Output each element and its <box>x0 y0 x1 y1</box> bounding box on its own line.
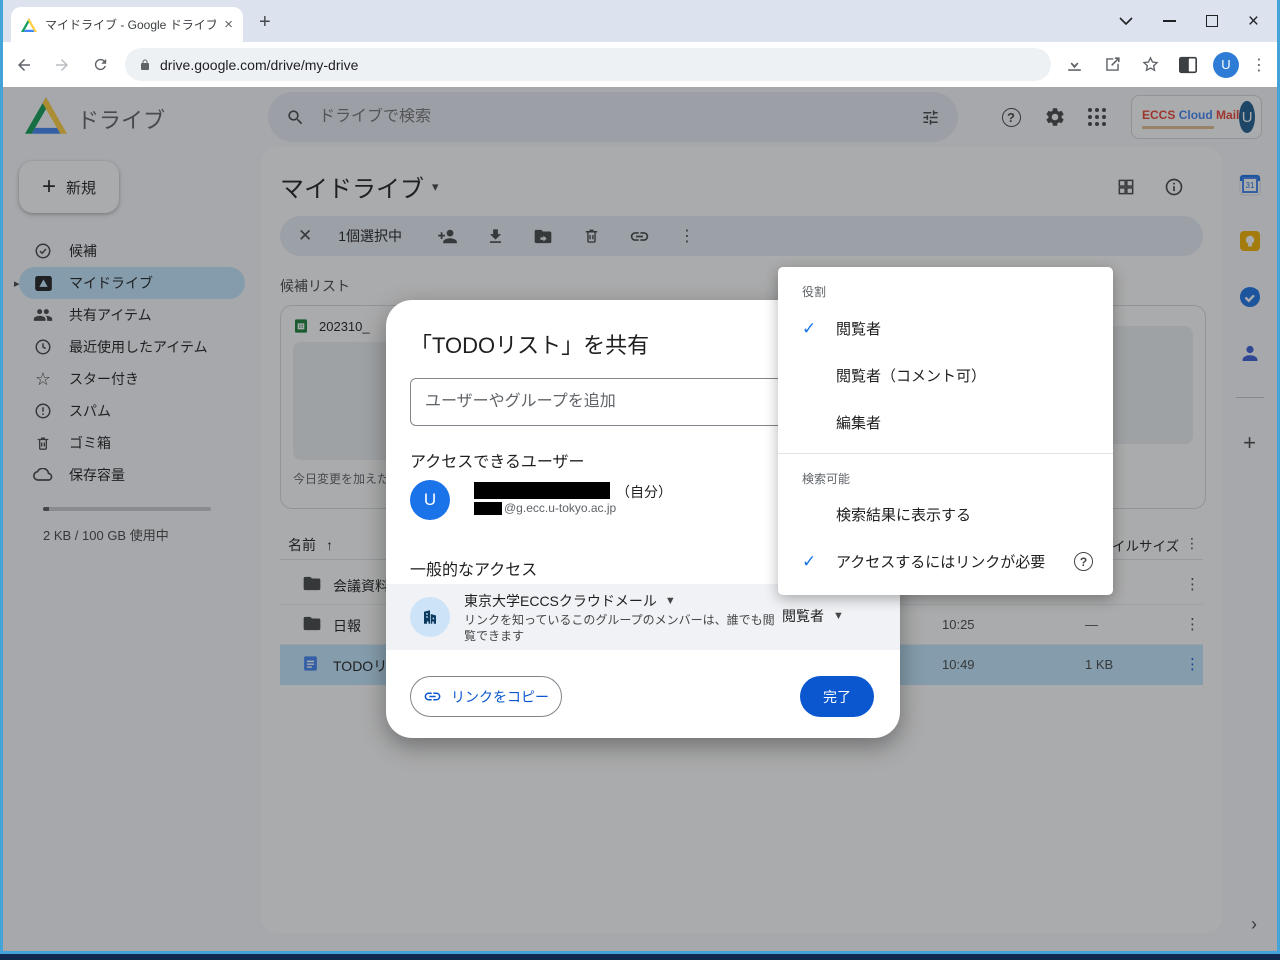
role-section-header: 役割 <box>802 283 826 300</box>
address-bar[interactable]: drive.google.com/drive/my-drive <box>125 48 1051 81</box>
browser-tab-bar: マイドライブ - Google ドライブ × + × <box>3 0 1277 42</box>
copy-link-button[interactable]: リンクをコピー <box>410 676 562 717</box>
owner-self-label: （自分） <box>616 482 672 502</box>
desktop-background: マイドライブ - Google ドライブ × + × drive.goog <box>0 0 1280 960</box>
bookmark-star-icon[interactable] <box>1137 52 1163 78</box>
share-page-icon[interactable] <box>1099 52 1125 78</box>
tab-title: マイドライブ - Google ドライブ <box>45 16 216 33</box>
url-text: drive.google.com/drive/my-drive <box>160 57 358 73</box>
tab-search-icon[interactable] <box>1119 17 1133 25</box>
browser-menu-icon[interactable]: ⋮ <box>1251 55 1267 75</box>
searchable-section-header: 検索可能 <box>802 470 850 487</box>
maximize-button[interactable] <box>1206 15 1218 27</box>
share-dialog-title: 「TODOリスト」を共有 <box>410 328 649 360</box>
menu-item-viewer[interactable]: ✓ 閲覧者 <box>778 305 1113 352</box>
tab-close-icon[interactable]: × <box>224 16 233 33</box>
browser-toolbar: drive.google.com/drive/my-drive U ⋮ <box>3 42 1277 87</box>
general-access-heading: 一般的なアクセス <box>410 556 537 580</box>
close-window-button[interactable]: × <box>1248 12 1259 31</box>
chevron-down-icon: ▼ <box>833 610 844 622</box>
back-icon[interactable] <box>7 48 41 82</box>
menu-item-editor[interactable]: 編集者 <box>778 399 1113 446</box>
menu-item-commenter[interactable]: 閲覧者（コメント可） <box>778 352 1113 399</box>
check-icon: ✓ <box>802 319 836 339</box>
browser-window: マイドライブ - Google ドライブ × + × drive.goog <box>0 0 1280 954</box>
menu-divider <box>778 453 1113 454</box>
help-icon[interactable]: ? <box>1074 552 1093 571</box>
done-button[interactable]: 完了 <box>800 676 874 717</box>
chevron-down-icon: ▼ <box>665 595 676 607</box>
menu-item-link-required[interactable]: ✓ アクセスするにはリンクが必要 ? <box>778 538 1113 585</box>
reload-icon[interactable] <box>83 48 117 82</box>
window-controls: × <box>1119 0 1269 42</box>
owner-avatar: U <box>410 480 450 520</box>
drive-favicon <box>21 18 37 32</box>
menu-item-show-in-search[interactable]: 検索結果に表示する <box>778 491 1113 538</box>
browser-avatar[interactable]: U <box>1213 52 1239 78</box>
check-icon: ✓ <box>802 552 836 572</box>
minimize-button[interactable] <box>1163 20 1176 22</box>
download-page-icon[interactable] <box>1061 52 1087 78</box>
owner-email-domain: @g.ecc.u-tokyo.ac.jp <box>504 501 616 515</box>
lock-icon <box>139 58 151 72</box>
role-dropdown-menu: 役割 ✓ 閲覧者 閲覧者（コメント可） 編集者 検索可能 検索結果に表示する ✓… <box>778 267 1113 595</box>
browser-tab[interactable]: マイドライブ - Google ドライブ × <box>11 7 243 42</box>
redacted-owner-email <box>474 502 502 515</box>
group-access-description: リンクを知っているこのグループのメンバーは、誰でも閲覧できます <box>464 612 782 644</box>
forward-icon[interactable] <box>45 48 79 82</box>
new-tab-button[interactable]: + <box>259 12 271 32</box>
toolbar-right-icons: U ⋮ <box>1061 52 1277 78</box>
people-with-access-heading: アクセスできるユーザー <box>410 448 585 472</box>
group-role-selector[interactable]: 閲覧者 ▼ <box>782 606 844 626</box>
organization-icon <box>410 597 450 637</box>
redacted-owner-name <box>474 482 610 499</box>
side-panel-icon[interactable] <box>1175 52 1201 78</box>
group-access-selector[interactable]: 東京大学ECCSクラウドメール ▼ <box>464 591 676 611</box>
